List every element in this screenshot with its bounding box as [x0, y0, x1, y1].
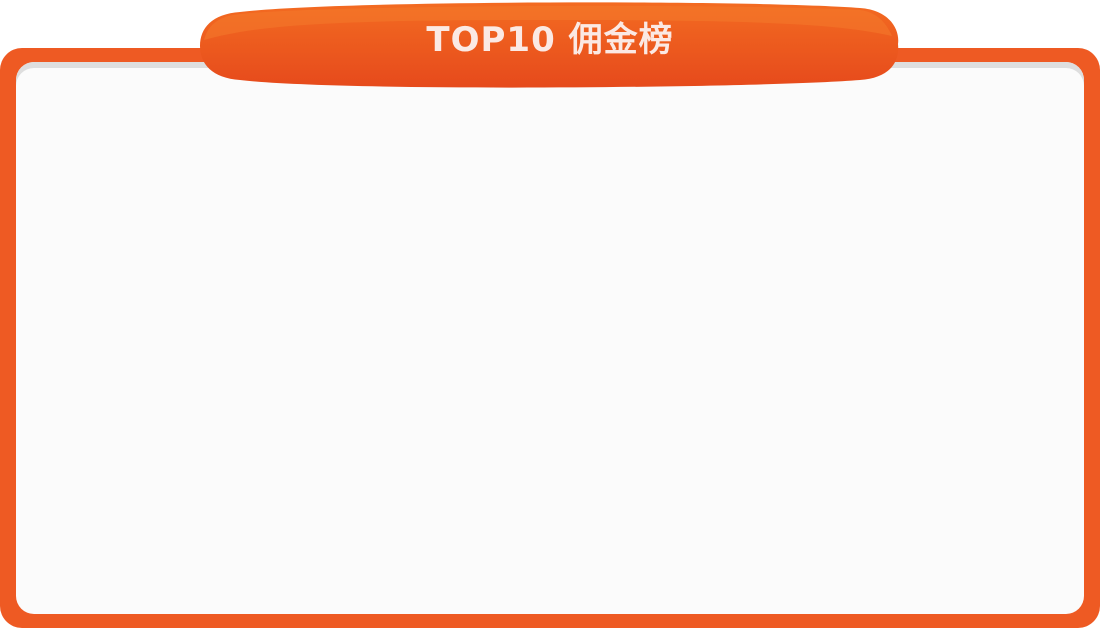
title-banner: TOP10 佣金榜 [200, 0, 900, 90]
leaderboard-content-panel [16, 62, 1084, 614]
card-frame [0, 48, 1100, 628]
banner-title: TOP10 佣金榜 [426, 20, 674, 60]
leaderboard-card: TOP10 佣金榜 [0, 0, 1100, 628]
